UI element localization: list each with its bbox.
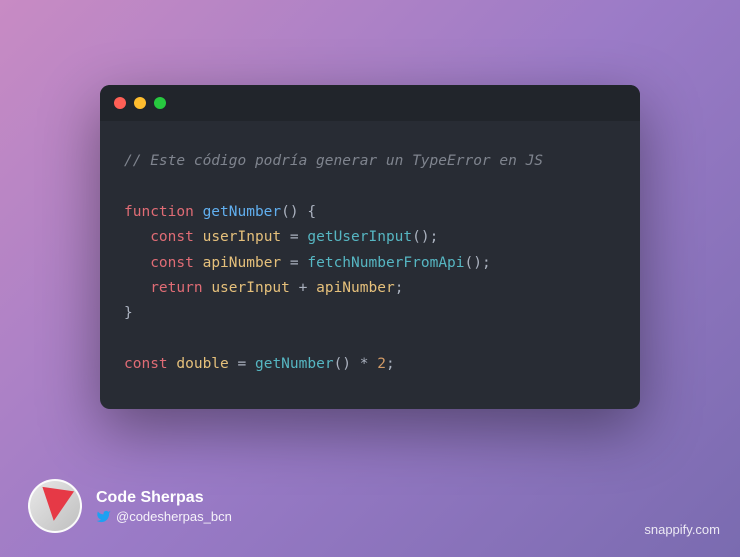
- avatar-logo-icon: [38, 487, 74, 523]
- code-window: // Este código podría generar un TypeErr…: [100, 85, 640, 409]
- window-titlebar: [100, 85, 640, 121]
- close-icon[interactable]: [114, 97, 126, 109]
- keyword-const: const: [150, 229, 194, 245]
- number-literal: 2: [377, 356, 386, 372]
- code-block: // Este código podría generar un TypeErr…: [100, 121, 640, 409]
- var-apiNumber: apiNumber: [203, 255, 282, 271]
- keyword-return: return: [150, 280, 202, 296]
- var-userInput: userInput: [203, 229, 282, 245]
- author-handle: @codesherpas_bcn: [116, 509, 232, 524]
- var-double: double: [176, 356, 228, 372]
- twitter-icon: [96, 509, 111, 524]
- avatar: [28, 479, 82, 533]
- code-comment: // Este código podría generar un TypeErr…: [124, 153, 543, 169]
- author-footer: Code Sherpas @codesherpas_bcn: [28, 479, 232, 533]
- func-name: getNumber: [203, 204, 282, 220]
- call-fetchNumberFromApi: fetchNumberFromApi: [307, 255, 464, 271]
- call-getUserInput: getUserInput: [307, 229, 412, 245]
- keyword-function: function: [124, 204, 194, 220]
- maximize-icon[interactable]: [154, 97, 166, 109]
- watermark: snappify.com: [644, 522, 720, 537]
- minimize-icon[interactable]: [134, 97, 146, 109]
- author-name: Code Sherpas: [96, 489, 232, 507]
